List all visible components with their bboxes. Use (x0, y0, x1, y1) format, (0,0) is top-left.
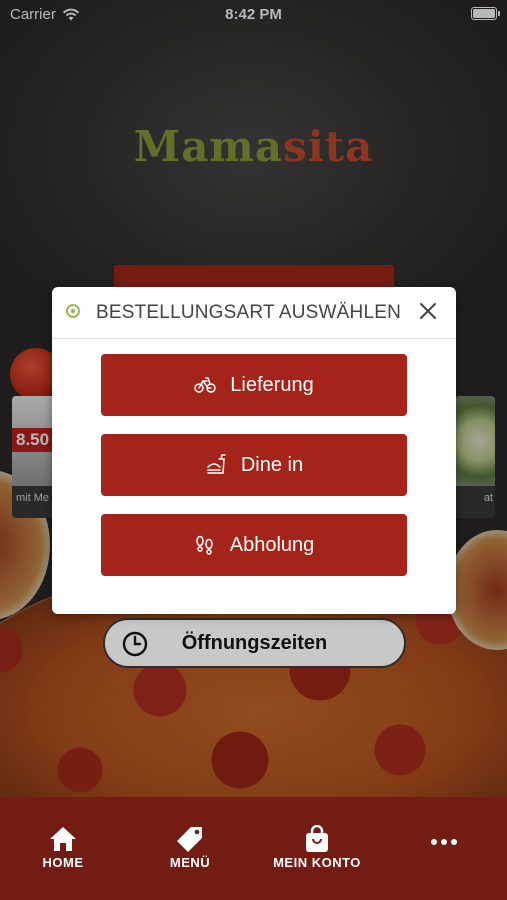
fastfood-icon (207, 454, 226, 474)
clock-icon (122, 631, 148, 657)
pickup-option-button[interactable]: Abholung (101, 514, 407, 576)
tab-my-account[interactable]: MEIN KONTO (262, 825, 372, 870)
delivery-option-label: Lieferung (230, 373, 314, 396)
opening-hours-label: Öffnungszeiten (181, 631, 328, 654)
tab-my-account-label: MEIN KONTO (273, 855, 361, 870)
app-screen: 8.50 mit Me at Mamasita Carrier 8:42 PM … (0, 0, 507, 900)
modal-title: BESTELLUNGSART AUSWÄHLEN (96, 302, 402, 323)
modal-header: BESTELLUNGSART AUSWÄHLEN (52, 287, 456, 339)
home-icon (50, 827, 76, 851)
tab-home-label: HOME (42, 855, 84, 870)
footsteps-icon (195, 535, 213, 555)
bottom-tab-bar: HOME MENÜ MEIN KONTO (0, 797, 507, 900)
delivery-option-button[interactable]: Lieferung (101, 354, 407, 416)
opening-hours-button[interactable]: Öffnungszeiten (103, 618, 406, 668)
shopping-bag-icon (306, 825, 328, 852)
more-icon (431, 839, 457, 845)
tab-home[interactable]: HOME (8, 825, 118, 870)
dine-in-option-label: Dine in (240, 453, 304, 476)
tab-menu[interactable]: MENÜ (135, 825, 245, 870)
dine-in-option-button[interactable]: Dine in (101, 434, 407, 496)
tab-more[interactable] (389, 837, 499, 847)
tag-icon (177, 827, 202, 852)
bicycle-icon (194, 377, 217, 393)
order-type-modal: BESTELLUNGSART AUSWÄHLEN Lieferung Dine … (52, 287, 456, 614)
location-icon (66, 304, 80, 318)
tab-menu-label: MENÜ (169, 855, 211, 870)
pickup-option-label: Abholung (229, 533, 315, 556)
close-icon[interactable] (414, 297, 442, 325)
